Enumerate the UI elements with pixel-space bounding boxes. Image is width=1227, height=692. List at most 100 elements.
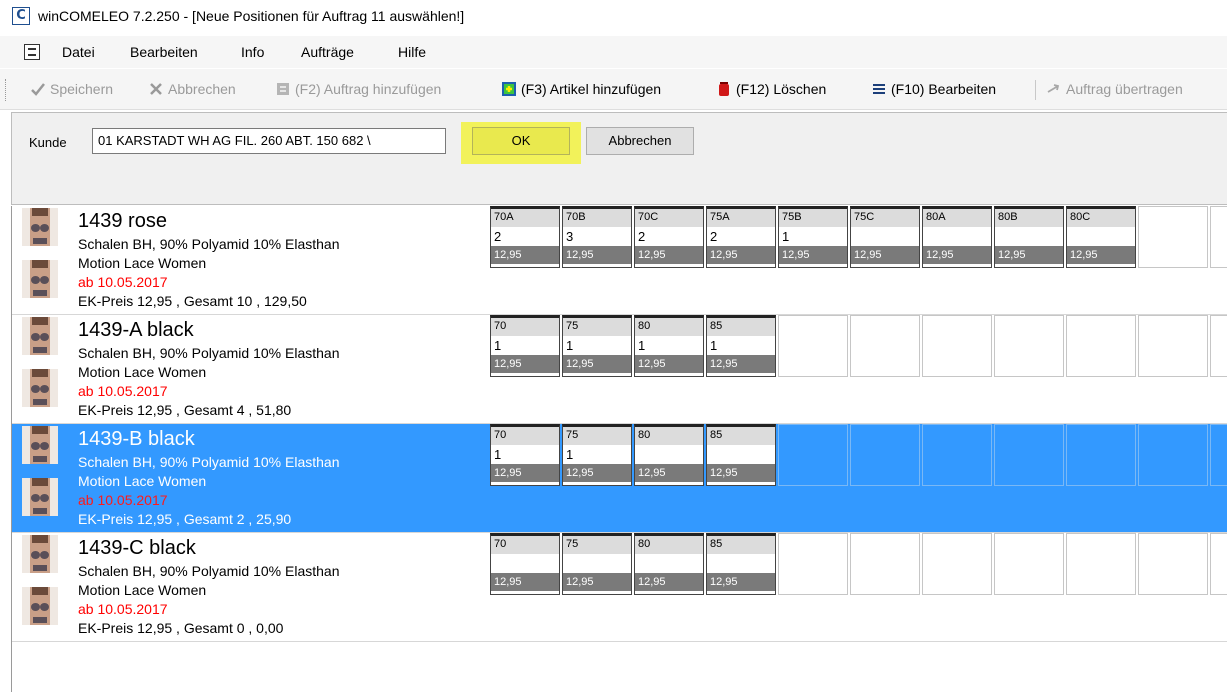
size-price: 12,95 [707, 464, 775, 482]
size-cell[interactable]: 80 1 12,95 [634, 315, 704, 377]
size-quantity[interactable]: 2 [491, 227, 559, 246]
size-cell[interactable]: 75 1 12,95 [562, 315, 632, 377]
size-cell[interactable]: 70 1 12,95 [490, 424, 560, 486]
empty-size-cell [1210, 533, 1227, 595]
article-row[interactable]: 1439 rose Schalen BH, 90% Polyamid 10% El… [12, 206, 1227, 315]
toolbar-grip[interactable] [5, 79, 8, 101]
size-price: 12,95 [707, 355, 775, 373]
size-price: 12,95 [779, 246, 847, 264]
trash-icon [719, 82, 729, 96]
article-valid-date: ab 10.05.2017 [78, 274, 168, 290]
product-photo-full-icon [22, 478, 58, 516]
transfer-order-button[interactable]: Auftrag übertragen [1046, 79, 1183, 101]
article-row[interactable]: 1439-A black Schalen BH, 90% Polyamid 10%… [12, 315, 1227, 424]
size-cell[interactable]: 70A 2 12,95 [490, 206, 560, 268]
size-quantity[interactable] [491, 554, 559, 573]
size-cell[interactable]: 75A 2 12,95 [706, 206, 776, 268]
empty-size-cell [778, 315, 848, 377]
size-quantity[interactable] [707, 554, 775, 573]
mdi-system-menu-icon[interactable] [24, 44, 40, 60]
size-cell[interactable]: 75 12,95 [562, 533, 632, 595]
size-cell[interactable]: 75C 12,95 [850, 206, 920, 268]
size-quantity[interactable]: 2 [635, 227, 703, 246]
article-list[interactable]: 1439 rose Schalen BH, 90% Polyamid 10% El… [11, 206, 1227, 692]
size-quantity[interactable]: 1 [563, 445, 631, 464]
empty-size-cell [994, 424, 1064, 486]
size-quantity[interactable] [635, 445, 703, 464]
size-quantity[interactable]: 1 [491, 445, 559, 464]
cancel-toolbar-button[interactable]: Abbrechen [148, 79, 236, 101]
add-article-button[interactable]: (F3) Artikel hinzufügen [501, 79, 661, 101]
size-price: 12,95 [707, 573, 775, 591]
menu-bearbeiten[interactable]: Bearbeiten [130, 44, 198, 60]
size-cell[interactable]: 80B 12,95 [994, 206, 1064, 268]
size-label: 80A [923, 209, 991, 227]
size-quantity[interactable] [923, 227, 991, 246]
menu-datei[interactable]: Datei [62, 44, 95, 60]
size-cell[interactable]: 75 1 12,95 [562, 424, 632, 486]
customer-input[interactable]: 01 KARSTADT WH AG FIL. 260 ABT. 150 682 … [92, 128, 446, 154]
size-cell[interactable]: 85 1 12,95 [706, 315, 776, 377]
ok-button[interactable]: OK [472, 127, 570, 155]
size-quantity[interactable] [851, 227, 919, 246]
empty-size-cell [1210, 315, 1227, 377]
article-row[interactable]: 1439-C black Schalen BH, 90% Polyamid 10%… [12, 533, 1227, 642]
article-name: 1439-C black [78, 537, 196, 559]
size-cell[interactable]: 70 12,95 [490, 533, 560, 595]
size-quantity[interactable] [995, 227, 1063, 246]
size-quantity[interactable]: 1 [779, 227, 847, 246]
add-order-button[interactable]: (F2) Auftrag hinzufügen [275, 79, 441, 101]
empty-size-cell [922, 424, 992, 486]
size-quantity[interactable]: 1 [491, 336, 559, 355]
size-label: 80B [995, 209, 1063, 227]
size-price: 12,95 [923, 246, 991, 264]
article-row[interactable]: 1439-B black Schalen BH, 90% Polyamid 10%… [12, 424, 1227, 533]
article-valid-date: ab 10.05.2017 [78, 383, 168, 399]
delete-button[interactable]: (F12) Löschen [716, 79, 826, 101]
size-cell[interactable]: 80A 12,95 [922, 206, 992, 268]
toolbar: Speichern Abbrechen (F2) Auftrag hinzufü… [0, 69, 1227, 110]
app-logo-icon[interactable]: C [12, 7, 30, 25]
size-quantity[interactable] [707, 445, 775, 464]
size-quantity[interactable]: 3 [563, 227, 631, 246]
x-icon [150, 83, 162, 95]
edit-button[interactable]: (F10) Bearbeiten [871, 79, 996, 101]
size-cell[interactable]: 85 12,95 [706, 533, 776, 595]
article-description: Schalen BH, 90% Polyamid 10% Elasthan [78, 563, 340, 579]
size-price: 12,95 [563, 573, 631, 591]
size-quantity[interactable]: 1 [563, 336, 631, 355]
size-cell[interactable]: 70B 3 12,95 [562, 206, 632, 268]
size-quantity[interactable] [563, 554, 631, 573]
product-photo-icon [22, 426, 58, 464]
size-label: 75C [851, 209, 919, 227]
add-article-icon [502, 82, 516, 96]
menu-info[interactable]: Info [241, 44, 264, 60]
size-quantity[interactable]: 1 [707, 336, 775, 355]
save-button[interactable]: Speichern [30, 79, 113, 101]
menu-auftraege[interactable]: Aufträge [301, 44, 354, 60]
size-quantity[interactable] [1067, 227, 1135, 246]
size-cell[interactable]: 70 1 12,95 [490, 315, 560, 377]
size-label: 70 [491, 536, 559, 554]
size-cell[interactable]: 85 12,95 [706, 424, 776, 486]
size-price: 12,95 [491, 246, 559, 264]
size-quantity[interactable]: 2 [707, 227, 775, 246]
size-cell[interactable]: 80 12,95 [634, 533, 704, 595]
menu-hilfe[interactable]: Hilfe [398, 44, 426, 60]
size-price: 12,95 [851, 246, 919, 264]
size-cell[interactable]: 80C 12,95 [1066, 206, 1136, 268]
size-quantity[interactable] [635, 554, 703, 573]
empty-size-cell [778, 533, 848, 595]
size-cell[interactable]: 70C 2 12,95 [634, 206, 704, 268]
size-label: 85 [707, 318, 775, 336]
size-cell[interactable]: 75B 1 12,95 [778, 206, 848, 268]
size-quantity[interactable]: 1 [635, 336, 703, 355]
empty-size-cell [922, 533, 992, 595]
size-label: 80 [635, 318, 703, 336]
article-price-summary: EK-Preis 12,95 , Gesamt 0 , 0,00 [78, 620, 284, 636]
size-label: 80 [635, 427, 703, 445]
customer-label: Kunde [29, 135, 67, 150]
size-label: 75B [779, 209, 847, 227]
size-cell[interactable]: 80 12,95 [634, 424, 704, 486]
cancel-button[interactable]: Abbrechen [586, 127, 694, 155]
